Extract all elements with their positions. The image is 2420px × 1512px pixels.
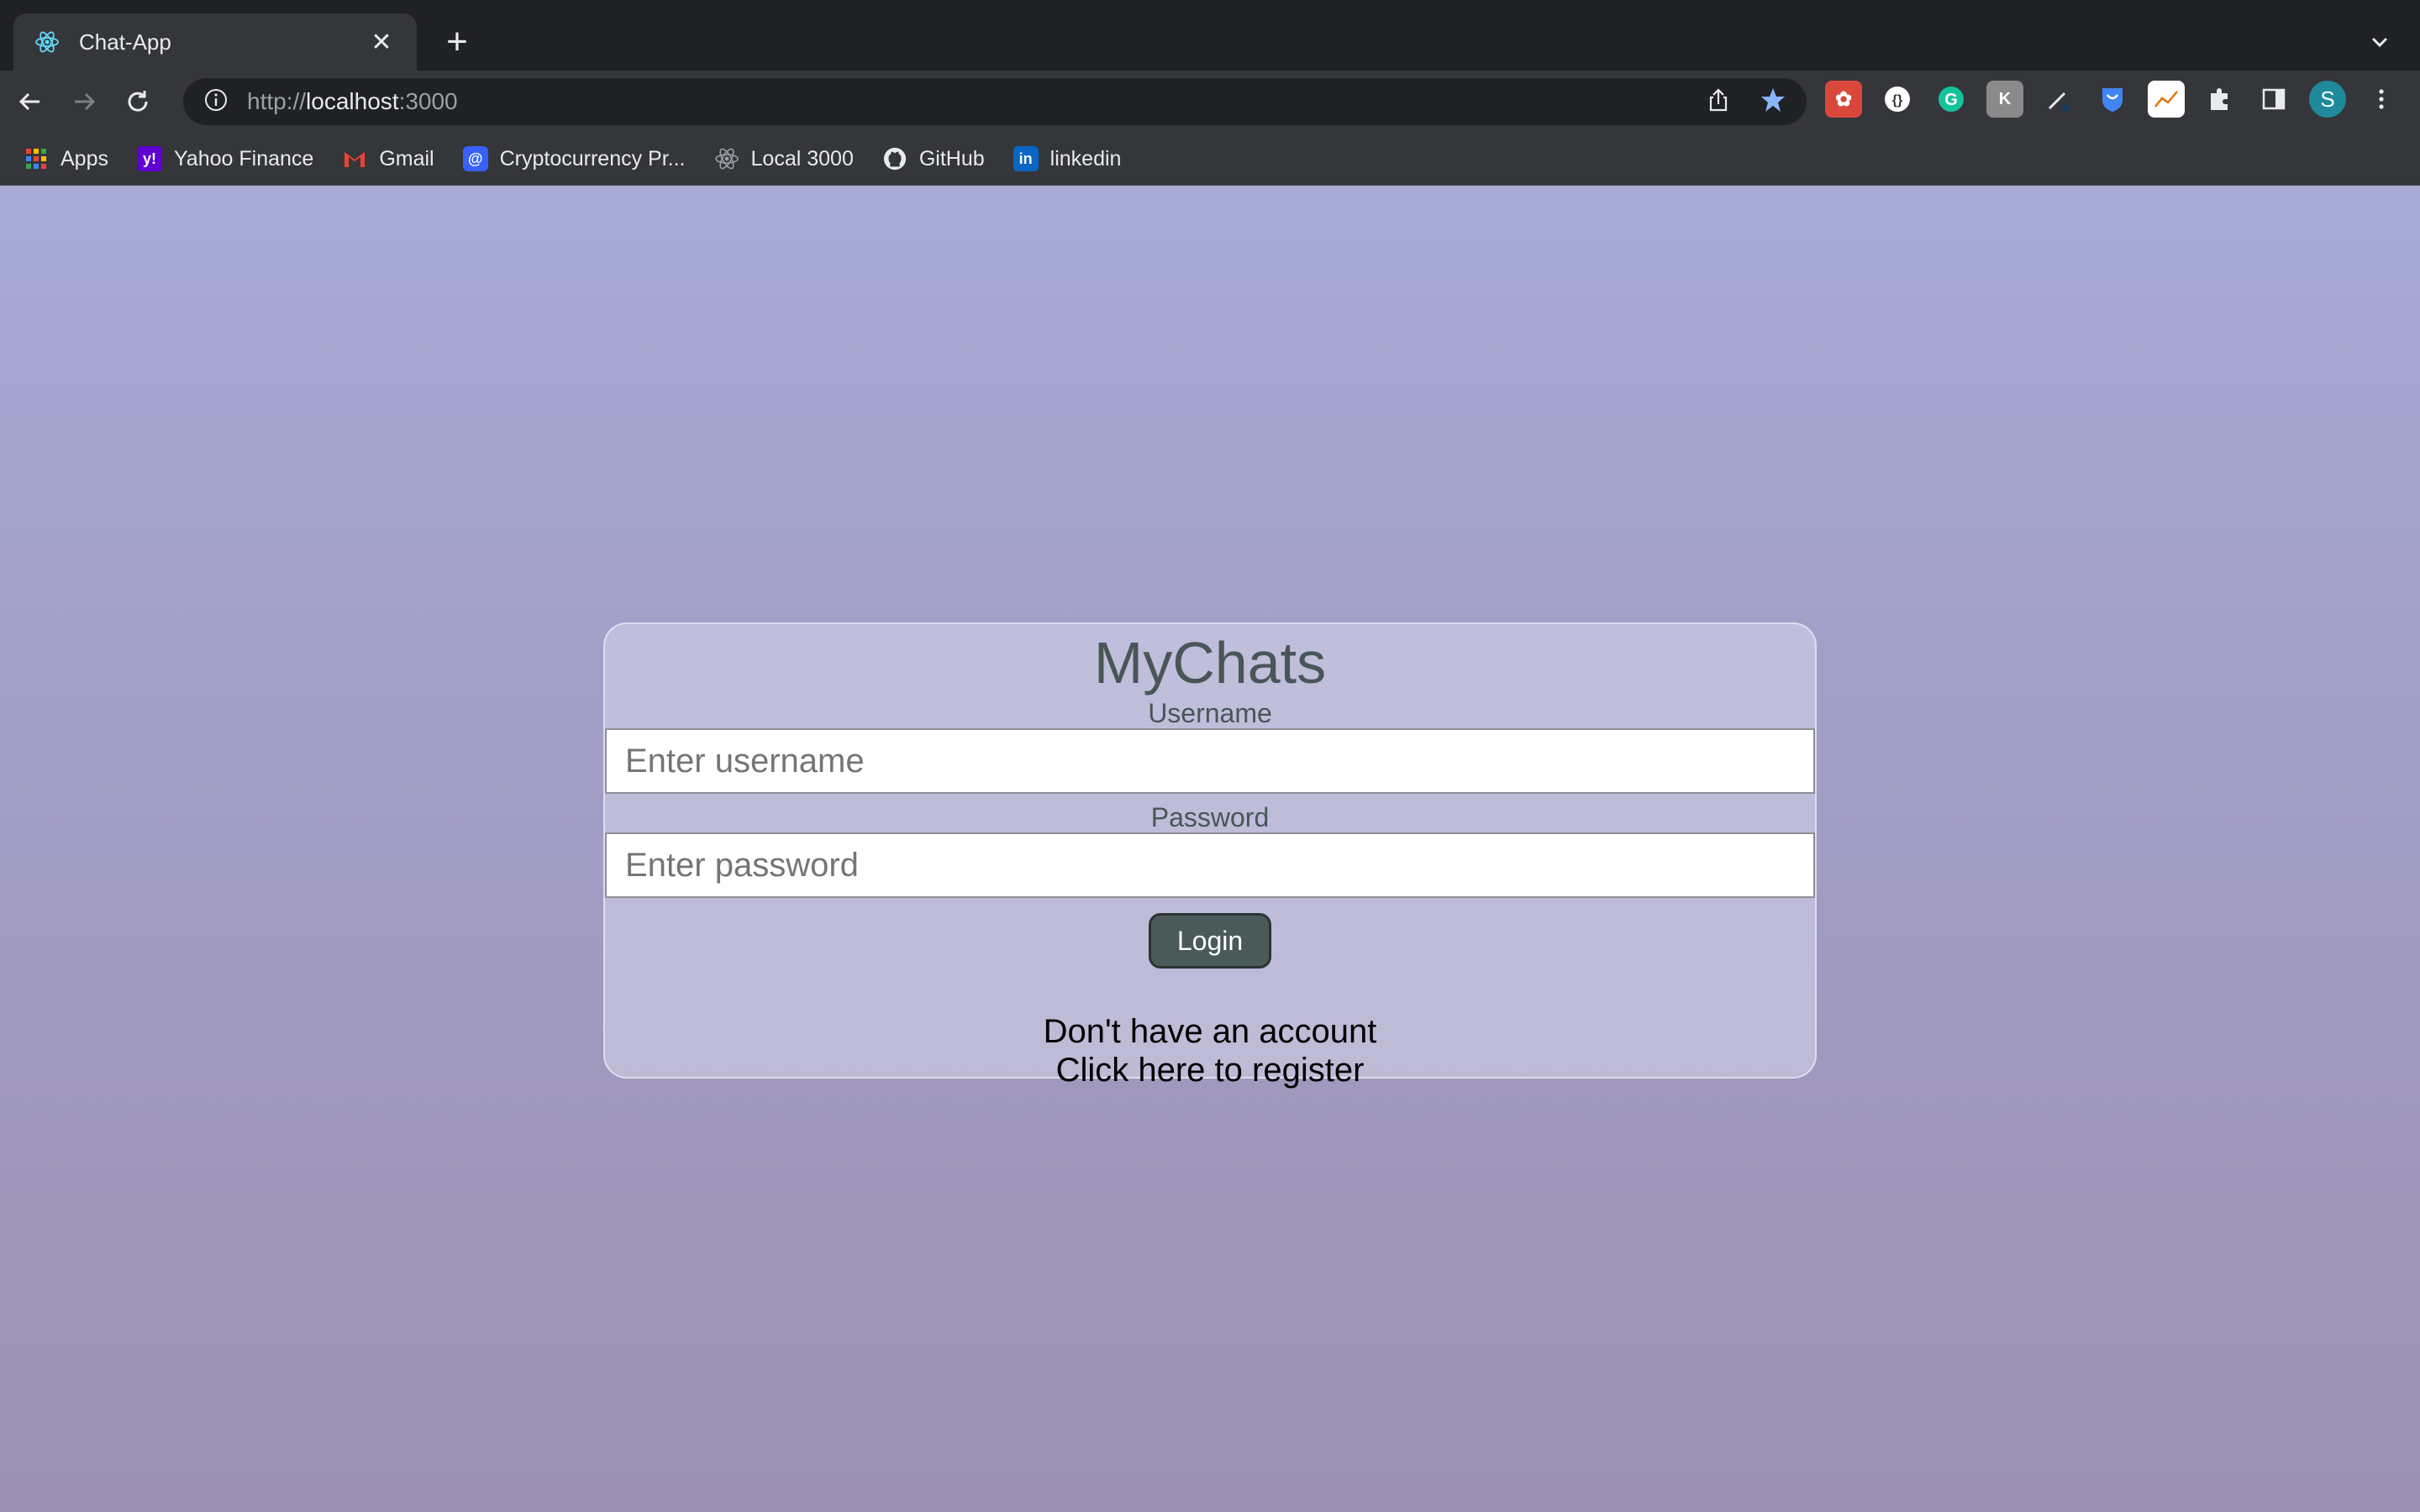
bookmark-yahoo-finance[interactable]: y! Yahoo Finance <box>136 146 314 171</box>
browser-tab[interactable]: Chat-App ✕ <box>13 13 417 71</box>
address-bar[interactable]: http://localhost:3000 <box>183 78 1807 125</box>
url-text: http://localhost:3000 <box>247 88 458 115</box>
reload-button[interactable] <box>114 78 161 125</box>
svg-text:{}: {} <box>1892 93 1902 108</box>
app-title: MyChats <box>1093 630 1327 696</box>
username-label: Username <box>1148 698 1272 728</box>
github-icon <box>882 146 908 171</box>
bookmark-gmail[interactable]: Gmail <box>342 146 434 171</box>
share-icon[interactable] <box>1706 87 1731 117</box>
bookmark-star-icon[interactable] <box>1760 87 1786 118</box>
kebab-menu-icon[interactable] <box>2363 81 2400 118</box>
extensions-area: ✿ {} G K S <box>1825 81 2400 118</box>
apps-grid-icon <box>24 146 49 171</box>
bookmark-local-3000[interactable]: Local 3000 <box>714 146 854 171</box>
react-icon <box>34 29 60 55</box>
login-button[interactable]: Login <box>1149 913 1271 969</box>
password-input[interactable] <box>605 832 1815 898</box>
url-host: localhost <box>306 88 399 114</box>
page-content: MyChats Username Password Login Don't ha… <box>0 186 2420 1512</box>
register-link[interactable]: Click here to register <box>605 1051 1815 1089</box>
bookmark-github[interactable]: GitHub <box>882 146 985 171</box>
shield-extension-icon[interactable] <box>2094 81 2131 118</box>
login-card: MyChats Username Password Login Don't ha… <box>603 622 1817 1089</box>
side-panel-icon[interactable] <box>2255 81 2292 118</box>
password-label: Password <box>1150 802 1270 832</box>
username-input[interactable] <box>605 728 1815 794</box>
extension-red-icon[interactable]: ✿ <box>1825 81 1862 118</box>
tab-strip: Chat-App ✕ + <box>0 0 2420 71</box>
register-line-1: Don't have an account <box>1043 1013 1377 1050</box>
linkedin-icon: in <box>1013 146 1039 171</box>
bookmark-label: linkedin <box>1050 146 1122 171</box>
bookmark-apps[interactable]: Apps <box>24 146 108 171</box>
tab-search-icon[interactable] <box>2363 25 2396 59</box>
bookmark-label: Yahoo Finance <box>173 146 314 171</box>
yahoo-icon: y! <box>136 146 162 171</box>
tab-title: Chat-App <box>79 29 171 55</box>
bookmark-label: Apps <box>60 146 108 171</box>
chart-extension-icon[interactable] <box>2148 81 2185 118</box>
coinmarketcap-icon: @ <box>462 146 488 171</box>
bookmark-label: Cryptocurrency Pr... <box>499 146 686 171</box>
profile-avatar[interactable]: S <box>2309 81 2346 118</box>
react-icon <box>714 146 739 171</box>
pen-extension-icon[interactable] <box>2040 81 2077 118</box>
bookmark-cryptocurrency[interactable]: @ Cryptocurrency Pr... <box>462 146 686 171</box>
bookmark-label: Local 3000 <box>750 146 854 171</box>
bookmarks-bar: Apps y! Yahoo Finance Gmail @ Cryptocurr… <box>0 133 2420 186</box>
gmail-icon <box>342 146 367 171</box>
extension-gray-icon[interactable]: K <box>1986 81 2023 118</box>
puzzle-icon[interactable] <box>2202 81 2238 118</box>
bookmark-linkedin[interactable]: in linkedin <box>1013 146 1122 171</box>
url-scheme: http:// <box>247 88 307 114</box>
browser-toolbar: http://localhost:3000 ✿ {} G K S <box>0 71 2420 133</box>
bookmark-label: GitHub <box>918 146 985 171</box>
close-tab-icon[interactable]: ✕ <box>366 28 397 57</box>
register-prompt[interactable]: Don't have an account Click here to regi… <box>605 1012 1815 1089</box>
extension-round-icon[interactable]: {} <box>1879 81 1916 118</box>
site-info-icon[interactable] <box>203 87 229 117</box>
bookmark-label: Gmail <box>379 146 434 171</box>
forward-button[interactable] <box>60 78 108 125</box>
new-tab-button[interactable]: + <box>437 22 477 62</box>
back-button[interactable] <box>7 78 54 125</box>
svg-text:G: G <box>1944 91 1958 109</box>
grammarly-icon[interactable]: G <box>1933 81 1970 118</box>
url-port: :3000 <box>398 88 458 114</box>
